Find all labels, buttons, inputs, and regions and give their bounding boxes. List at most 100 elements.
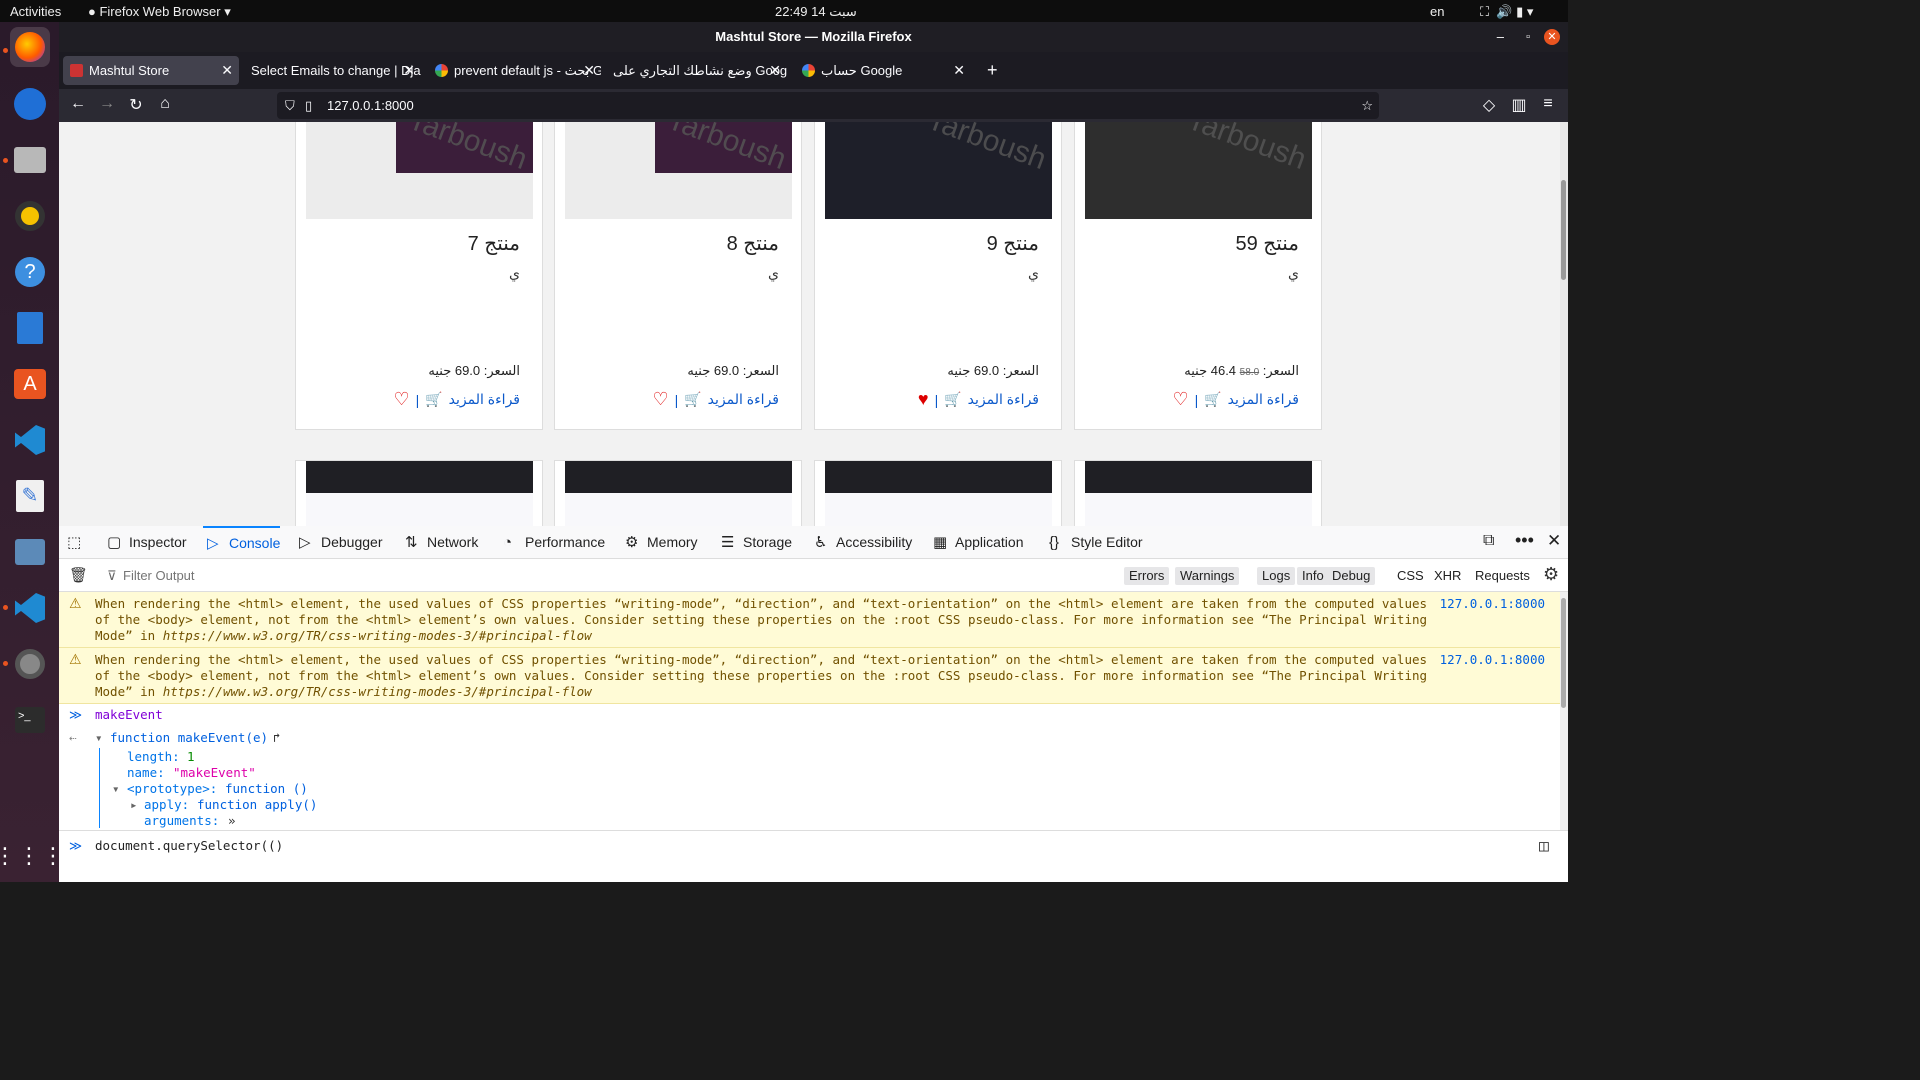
tab-google-business[interactable]: وضع نشاطك التجاري على Google✕: [607, 56, 787, 85]
collapse-triangle-icon[interactable]: ▸: [130, 797, 138, 812]
jump-to-definition-icon[interactable]: ↱: [273, 730, 281, 745]
heart-outline-icon[interactable]: ♡: [652, 389, 668, 410]
level-debug[interactable]: Debug: [1327, 567, 1376, 585]
product-image[interactable]: [825, 461, 1052, 526]
warning-source[interactable]: 127.0.0.1:8000: [1440, 652, 1545, 667]
language-indicator[interactable]: en: [1430, 4, 1444, 19]
read-more-link[interactable]: قراءة المزيد: [449, 391, 520, 408]
clock[interactable]: 22:49 14 سبت: [775, 4, 857, 20]
pocket-icon[interactable]: ◇: [1479, 95, 1499, 115]
editor-mode-icon[interactable]: ◫: [1539, 836, 1549, 855]
menu-icon[interactable]: ≡: [1538, 95, 1558, 113]
tab-debugger[interactable]: ▷ Debugger: [295, 526, 383, 559]
cart-icon[interactable]: 🛒: [425, 391, 442, 408]
element-picker-icon[interactable]: ⬚: [67, 533, 81, 551]
level-logs[interactable]: Logs: [1257, 567, 1296, 585]
cart-icon[interactable]: 🛒: [1204, 391, 1221, 408]
cart-icon[interactable]: 🛒: [684, 391, 701, 408]
tab-application[interactable]: ▦ Application: [929, 526, 1024, 559]
app-menu[interactable]: ● Firefox Web Browser ▾: [88, 4, 231, 20]
console-input[interactable]: document.querySelector((): [95, 838, 283, 853]
tab-google-search[interactable]: prevent default js - بحث G ✕: [428, 56, 601, 85]
product-image[interactable]: Tarboush: [306, 122, 533, 219]
product-image[interactable]: Tarboush: [825, 122, 1052, 219]
console-scrollbar[interactable]: [1560, 592, 1568, 830]
files-icon[interactable]: [10, 140, 50, 180]
page-scrollbar[interactable]: [1560, 122, 1568, 526]
text-editor-icon[interactable]: ✎: [10, 476, 50, 516]
terminal-icon[interactable]: >_: [10, 700, 50, 740]
level-info[interactable]: Info: [1297, 567, 1329, 585]
bookmark-star-icon[interactable]: ☆: [1361, 92, 1373, 119]
scroll-thumb[interactable]: [1561, 180, 1566, 280]
sidebar-icon[interactable]: ▥: [1509, 95, 1529, 115]
tab-network[interactable]: ⇅ Network: [401, 526, 478, 559]
read-more-link[interactable]: قراءة المزيد: [1228, 391, 1299, 408]
filter-output-input[interactable]: [123, 564, 1023, 586]
filter-xhr[interactable]: XHR: [1429, 567, 1466, 585]
warning-link[interactable]: https://www.w3.org/TR/css-writing-modes-…: [163, 684, 592, 699]
expand-triangle-icon[interactable]: ▾: [95, 730, 103, 745]
heart-outline-icon[interactable]: ♡: [1172, 389, 1188, 410]
warning-source[interactable]: 127.0.0.1:8000: [1440, 596, 1545, 611]
more-options-icon[interactable]: •••: [1515, 530, 1534, 551]
tab-performance[interactable]: ◔ Performance: [499, 526, 605, 559]
close-tab-icon[interactable]: ✕: [403, 56, 415, 85]
tab-inspector[interactable]: ▢ Inspector: [103, 526, 187, 559]
filter-requests[interactable]: Requests: [1470, 567, 1535, 585]
screenshot-icon[interactable]: [10, 532, 50, 572]
home-icon[interactable]: ⌂: [155, 95, 175, 113]
product-image[interactable]: Tarboush: [565, 122, 792, 219]
product-image[interactable]: [565, 461, 792, 526]
tracking-shield-icon[interactable]: ⛉: [285, 92, 295, 119]
read-more-link[interactable]: قراءة المزيد: [708, 391, 779, 408]
heart-outline-icon[interactable]: ♡: [393, 389, 409, 410]
heart-filled-icon[interactable]: ♥: [918, 389, 929, 410]
tab-django-admin[interactable]: Select Emails to change | Dja ✕: [243, 56, 421, 85]
forward-icon[interactable]: →: [97, 95, 117, 113]
tab-console[interactable]: ▷ Console: [203, 526, 281, 559]
page-info-icon[interactable]: ▯: [305, 92, 312, 119]
function-signature[interactable]: function makeEvent(e): [110, 730, 268, 745]
tab-google-account[interactable]: حساب Google ✕: [795, 56, 971, 85]
firefox-icon[interactable]: [10, 27, 50, 67]
warning-link[interactable]: https://www.w3.org/TR/css-writing-modes-…: [163, 628, 592, 643]
tab-style-editor[interactable]: {} Style Editor: [1045, 526, 1143, 559]
filter-css[interactable]: CSS: [1392, 567, 1429, 585]
close-tab-icon[interactable]: ✕: [221, 56, 233, 85]
help-icon[interactable]: ?: [10, 252, 50, 292]
back-icon[interactable]: ←: [68, 95, 88, 113]
dock-side-icon[interactable]: ⧉: [1483, 532, 1494, 550]
product-image[interactable]: Tarboush: [1085, 122, 1312, 219]
maximize-icon[interactable]: ▫: [1526, 22, 1530, 52]
url-bar[interactable]: ⛉ ▯ 127.0.0.1:8000 ☆: [277, 92, 1379, 119]
expand-triangle-icon[interactable]: ▾: [112, 781, 120, 796]
level-errors[interactable]: Errors: [1124, 567, 1170, 585]
close-window-icon[interactable]: ✕: [1544, 29, 1560, 45]
tab-accessibility[interactable]: ♿ Accessibility: [810, 526, 912, 559]
cart-icon[interactable]: 🛒: [944, 391, 961, 408]
vscode-icon[interactable]: [10, 420, 50, 460]
activities-button[interactable]: Activities: [10, 4, 61, 19]
reload-icon[interactable]: ↻: [126, 95, 146, 115]
rhythmbox-icon[interactable]: [10, 196, 50, 236]
console-settings-icon[interactable]: ⚙: [1543, 564, 1559, 585]
show-applications-icon[interactable]: ⋮⋮⋮: [0, 836, 64, 876]
read-more-link[interactable]: قراءة المزيد: [968, 391, 1039, 408]
thunderbird-icon[interactable]: [10, 84, 50, 124]
new-tab-button[interactable]: +: [983, 56, 1007, 85]
product-image[interactable]: [1085, 461, 1312, 526]
vscode-icon[interactable]: [10, 588, 50, 628]
product-image[interactable]: [306, 461, 533, 526]
level-warnings[interactable]: Warnings: [1175, 567, 1240, 585]
close-tab-icon[interactable]: ✕: [953, 56, 965, 85]
software-center-icon[interactable]: A: [10, 364, 50, 404]
scroll-thumb[interactable]: [1561, 598, 1566, 708]
settings-icon[interactable]: [10, 644, 50, 684]
system-tray-icons[interactable]: ⛶ 🔊 ▮ ▾: [1480, 4, 1533, 20]
close-tab-icon[interactable]: ✕: [769, 56, 781, 85]
minimize-icon[interactable]: –: [1497, 22, 1504, 52]
close-devtools-icon[interactable]: ✕: [1547, 531, 1561, 551]
libreoffice-writer-icon[interactable]: [10, 308, 50, 348]
tab-mashtul-store[interactable]: Mashtul Store ✕: [63, 56, 239, 85]
